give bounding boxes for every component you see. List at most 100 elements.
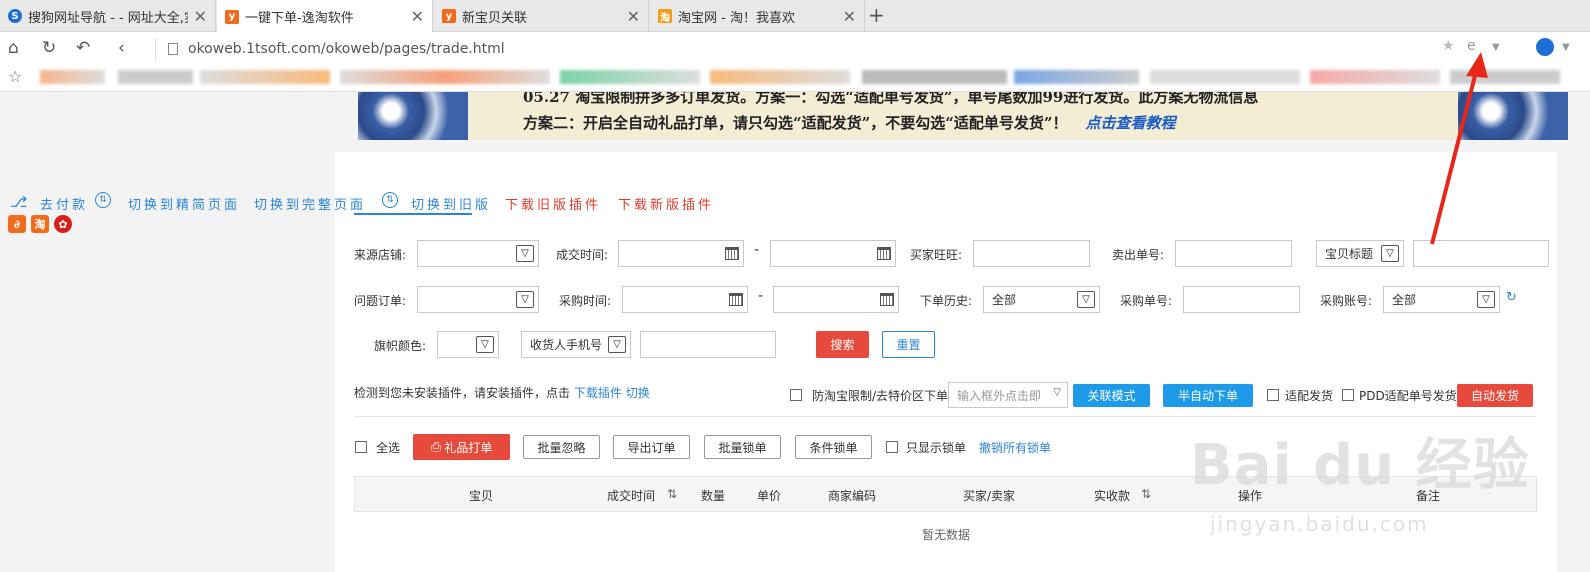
tab-sogou[interactable]: S 搜狗网址导航 - - 网址大全,实 ✕ xyxy=(0,0,216,32)
reset-button[interactable]: 重置 xyxy=(882,331,935,358)
annotation-arrow xyxy=(1430,52,1488,245)
deal-time-start-input[interactable] xyxy=(618,240,744,267)
tab-yitao[interactable]: y 一键下单-逸淘软件 ✕ xyxy=(217,0,433,33)
deal-time-end-input[interactable] xyxy=(770,240,896,267)
switch-simple-link[interactable]: 切换到精简页面 xyxy=(128,194,240,213)
phone-select[interactable]: 收货人手机号 ▽ xyxy=(521,331,631,358)
address-bar: ⌂ ↻ ↶ ‹ okoweb.1tsoft.com/okoweb/pages/t… xyxy=(0,32,1590,64)
range-dash: - xyxy=(758,288,764,304)
bookmark-item[interactable] xyxy=(40,70,105,84)
purchase-time-label: 采购时间: xyxy=(559,294,612,308)
problem-order-select[interactable]: ▽ xyxy=(417,286,539,313)
bookmark-item[interactable] xyxy=(1150,70,1300,84)
page-left-blank xyxy=(0,92,335,572)
download-old-plugin-link[interactable]: 下载旧版插件 xyxy=(505,194,601,213)
source-shop-select[interactable]: ▽ xyxy=(417,240,539,267)
chevron-down-icon: ▽ xyxy=(1077,291,1095,308)
url-field[interactable]: okoweb.1tsoft.com/okoweb/pages/trade.htm… xyxy=(155,38,1515,60)
undo-icon[interactable]: ↶ xyxy=(76,38,90,58)
refresh-icon[interactable]: ↻ xyxy=(1506,290,1517,305)
select-all-checkbox[interactable] xyxy=(355,441,367,453)
empty-state: 暂无数据 xyxy=(922,528,971,542)
notice-banner: 05.27 淘宝限制拼多多订单发货。方案一：勾选“适配单号发货”，单号尾数加99… xyxy=(358,92,1568,140)
batch-ignore-button[interactable]: 批量忽略 xyxy=(523,435,600,459)
bookmark-item[interactable] xyxy=(560,70,700,84)
sort-icon[interactable]: ⇅ xyxy=(667,487,677,501)
anti-taobao-checkbox[interactable] xyxy=(790,389,802,401)
sort-icon[interactable]: ⇅ xyxy=(1141,487,1151,501)
bookmark-item[interactable] xyxy=(862,70,1007,84)
pinduoduo-icon[interactable]: ✿ xyxy=(54,215,72,233)
phone-select-value: 收货人手机号 xyxy=(530,338,603,352)
pdd-adapt-checkbox[interactable] xyxy=(1342,389,1354,401)
back-icon[interactable]: ‹ xyxy=(118,38,125,58)
semi-auto-order-button[interactable]: 半自动下单 xyxy=(1163,384,1253,407)
batch-lock-button[interactable]: 批量锁单 xyxy=(704,435,781,459)
adapt-ship-checkbox[interactable] xyxy=(1267,389,1279,401)
download-new-plugin-link[interactable]: 下载新版插件 xyxy=(618,194,714,213)
gift-print-button[interactable]: ⎙ 礼品打单 xyxy=(413,434,510,460)
only-locked-checkbox[interactable] xyxy=(886,441,898,453)
auto-ship-button[interactable]: 自动发货 xyxy=(1457,384,1533,407)
tab-underline xyxy=(354,213,472,215)
pay-link[interactable]: 去付款 xyxy=(40,194,88,213)
purchase-account-select[interactable]: 全部 ▽ xyxy=(1383,286,1500,313)
taobao-icon[interactable]: 淘 xyxy=(31,215,49,233)
close-icon[interactable]: ✕ xyxy=(194,7,207,26)
anti-taobao-label: 防淘宝限制/去特价区下单 xyxy=(812,389,949,403)
bookmark-item[interactable] xyxy=(118,70,193,84)
close-icon[interactable]: ✕ xyxy=(411,7,424,26)
chevron-down-icon[interactable]: ▼ xyxy=(1562,42,1570,53)
condition-lock-button[interactable]: 条件锁单 xyxy=(795,435,872,459)
purchase-time-start-input[interactable] xyxy=(622,286,748,313)
bookmark-item[interactable] xyxy=(1014,70,1139,84)
order-history-select[interactable]: 全部 ▽ xyxy=(983,286,1100,313)
tab-title: 淘宝网 - 淘！我喜欢 xyxy=(678,10,795,26)
chevron-down-icon: ▽ xyxy=(476,336,494,353)
tmall-icon[interactable]: ∂ xyxy=(8,215,26,233)
col-received[interactable]: 实收款 xyxy=(1094,487,1130,504)
link-mode-button[interactable]: 关联模式 xyxy=(1073,384,1150,407)
cancel-all-locks-link[interactable]: 撤销所有锁单 xyxy=(979,439,1051,456)
bookmark-item[interactable] xyxy=(710,70,850,84)
purchase-no-label: 采购单号: xyxy=(1120,294,1173,308)
banner-art xyxy=(358,92,468,140)
col-deal-time[interactable]: 成交时间 xyxy=(607,487,655,504)
url-text: okoweb.1tsoft.com/okoweb/pages/trade.htm… xyxy=(188,41,505,57)
close-icon[interactable]: ✕ xyxy=(627,7,640,26)
reload-icon[interactable]: ↻ xyxy=(42,38,56,58)
bookmarks-bar: ☆ xyxy=(0,64,1590,92)
item-title-select[interactable]: 宝贝标题 ▽ xyxy=(1316,240,1404,267)
swap-icon: ⇅ xyxy=(382,192,398,208)
new-tab-button[interactable]: + xyxy=(868,3,885,27)
switch-old-link[interactable]: 切换到旧版 xyxy=(411,194,491,213)
select-all-label: 全选 xyxy=(376,441,401,455)
gift-print-label: 礼品打单 xyxy=(444,440,493,455)
search-button[interactable]: 搜索 xyxy=(816,331,869,358)
close-icon[interactable]: ✕ xyxy=(843,7,856,26)
export-orders-button[interactable]: 导出订单 xyxy=(613,435,690,459)
banner-line1: 05.27 淘宝限制拼多多订单发货。方案一：勾选“适配单号发货”，单号尾数加99… xyxy=(523,92,1259,106)
yitao-icon: y xyxy=(225,9,239,24)
banner-line2: 方案二：开启全自动礼品打单，请只勾选“适配发货”，不要勾选“适配单号发货”！ 点击… xyxy=(523,112,1176,133)
tab-taobao[interactable]: 淘 淘宝网 - 淘！我喜欢 ✕ xyxy=(650,0,865,32)
phone-input[interactable] xyxy=(640,331,776,358)
click-outside-combo[interactable]: 输入框外点击即 ▽ xyxy=(948,382,1068,408)
purchase-time-end-input[interactable] xyxy=(773,286,899,313)
star-outline-icon[interactable]: ☆ xyxy=(8,67,22,86)
switch-link[interactable]: 切换 xyxy=(626,386,650,400)
tutorial-link[interactable]: 点击查看教程 xyxy=(1086,114,1176,132)
range-dash: - xyxy=(754,242,760,258)
home-icon[interactable]: ⌂ xyxy=(8,38,19,58)
bookmark-item[interactable] xyxy=(200,70,330,84)
purchase-no-input[interactable] xyxy=(1183,286,1300,313)
paw-icon[interactable] xyxy=(1536,38,1554,56)
bookmark-item[interactable] xyxy=(340,70,550,84)
buyer-ww-input[interactable] xyxy=(973,240,1090,267)
flag-color-select[interactable]: ▽ xyxy=(437,331,499,358)
sell-order-input[interactable] xyxy=(1175,240,1292,267)
tab-new-item-link[interactable]: y 新宝贝关联 ✕ xyxy=(434,0,649,32)
download-plugin-link[interactable]: 下载插件 xyxy=(574,386,622,400)
item-title-select-value: 宝贝标题 xyxy=(1325,247,1374,261)
switch-full-link[interactable]: 切换到完整页面 xyxy=(254,194,366,213)
